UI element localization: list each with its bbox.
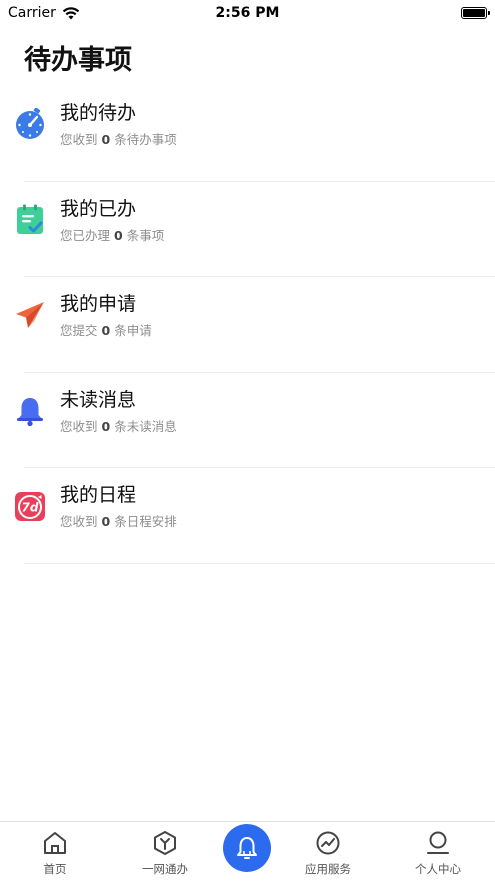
list-item-subtitle: 您提交 0 条申请: [60, 323, 152, 338]
list-item-subtitle: 您收到 0 条待办事项: [60, 132, 177, 147]
carrier-label: Carrier: [8, 5, 56, 21]
tab-bar: 首页 一网通办 应用服务 个人中心: [0, 821, 495, 881]
todo-list: 我的待办 您收到 0 条待办事项 我的已办 您已办理 0 条事项 我的申请 您提…: [0, 86, 495, 564]
list-item-text: 我的日程 您收到 0 条日程安排: [60, 482, 177, 530]
status-right: [337, 7, 490, 19]
hexagon-y-icon: [154, 831, 176, 855]
application-count: 0: [101, 323, 111, 338]
list-item-done[interactable]: 我的已办 您已办理 0 条事项: [0, 182, 495, 278]
tab-app-services[interactable]: 应用服务: [288, 830, 368, 877]
stopwatch-icon: [16, 108, 44, 139]
list-item-subtitle: 您收到 0 条未读消息: [60, 418, 177, 434]
tab-label: 首页: [43, 862, 67, 876]
status-bar: Carrier 2:56 PM: [0, 0, 495, 26]
tab-one-network[interactable]: 一网通办: [125, 830, 205, 877]
list-item-text: 我的已办 您已办理 0 条事项: [60, 196, 164, 244]
list-item-unread[interactable]: 未读消息 您收到 0 条未读消息: [0, 373, 495, 469]
list-item-text: 我的待办 您收到 0 条待办事项: [60, 100, 177, 148]
list-item-text: 未读消息 您收到 0 条未读消息: [60, 387, 177, 435]
list-item-title: 未读消息: [60, 388, 137, 411]
status-time: 2:56 PM: [215, 5, 280, 21]
paper-plane-icon: [16, 302, 44, 328]
list-item-text: 我的申请 您提交 0 条申请: [60, 291, 152, 339]
unread-count: 0: [101, 418, 111, 434]
calendar-7d-icon: 7d: [15, 492, 45, 521]
status-left: Carrier: [8, 5, 158, 21]
battery-icon: [460, 7, 490, 19]
list-item-title: 我的待办: [60, 102, 137, 124]
tab-label: 应用服务: [305, 862, 351, 876]
list-item-title: 我的已办: [60, 197, 137, 220]
list-item-title: 我的申请: [60, 293, 137, 315]
tab-label: 个人中心: [415, 862, 461, 876]
page-title: 待办事项: [24, 45, 132, 76]
tab-notifications-center[interactable]: [223, 824, 271, 872]
list-item-schedule[interactable]: 7d 我的日程 您收到 0 条日程安排: [0, 468, 495, 564]
todo-count: 0: [101, 132, 111, 147]
person-icon: [427, 831, 449, 854]
tab-label: 一网通办: [142, 862, 188, 876]
done-count: 0: [114, 227, 123, 243]
home-icon: [44, 832, 66, 854]
bell-icon: [237, 837, 257, 859]
schedule-count: 0: [101, 514, 111, 529]
trend-circle-icon: [316, 831, 340, 855]
list-item-title: 我的日程: [60, 484, 137, 506]
tab-profile[interactable]: 个人中心: [398, 830, 478, 877]
clipboard-check-icon: [17, 204, 43, 234]
tab-home[interactable]: 首页: [15, 830, 95, 877]
list-item-todo[interactable]: 我的待办 您收到 0 条待办事项: [0, 86, 495, 182]
bell-icon: [17, 397, 43, 426]
list-item-application[interactable]: 我的申请 您提交 0 条申请: [0, 277, 495, 373]
list-item-subtitle: 您收到 0 条日程安排: [60, 514, 177, 529]
wifi-icon: [62, 6, 80, 19]
svg-text:7d: 7d: [22, 501, 39, 515]
list-item-subtitle: 您已办理 0 条事项: [60, 227, 165, 243]
